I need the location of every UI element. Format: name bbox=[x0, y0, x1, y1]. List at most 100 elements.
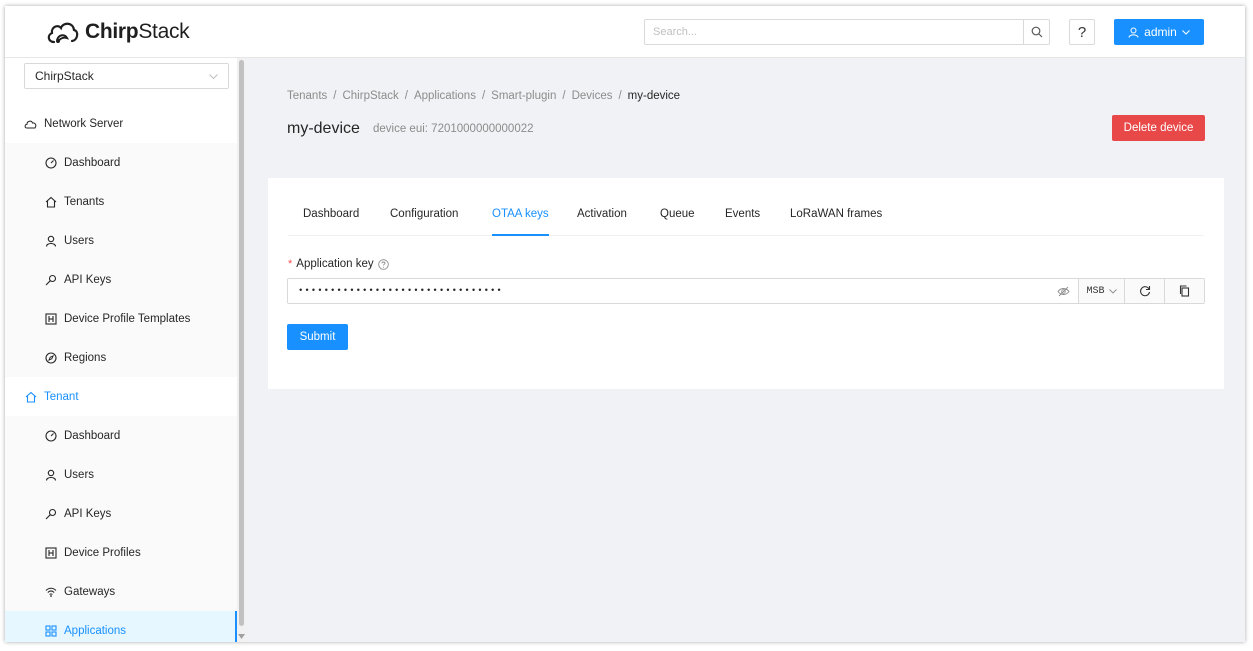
tab-activation[interactable]: Activation bbox=[577, 208, 627, 236]
breadcrumb-current: my-device bbox=[627, 90, 681, 102]
sidebar-item-regions[interactable]: Regions bbox=[5, 338, 237, 377]
menu-label: Gateways bbox=[64, 585, 116, 598]
user-name: admin bbox=[1144, 25, 1177, 39]
scroll-down-arrow[interactable] bbox=[237, 631, 245, 641]
search-input[interactable] bbox=[645, 20, 1023, 44]
copy-icon bbox=[1179, 285, 1190, 297]
menu-label: Device Profile Templates bbox=[64, 312, 191, 325]
sidebar-item-tenants[interactable]: Tenants bbox=[5, 182, 237, 221]
sidebar-item-gateways[interactable]: Gateways bbox=[5, 572, 237, 611]
sidebar-item-dashboard[interactable]: Dashboard bbox=[5, 143, 237, 182]
sidebar-item-applications[interactable]: Applications bbox=[5, 611, 237, 642]
cloud-icon bbox=[24, 117, 37, 130]
key-icon bbox=[44, 273, 57, 286]
chirpstack-logo[interactable]: ChirpStack bbox=[45, 17, 190, 47]
tab-events[interactable]: Events bbox=[725, 208, 760, 236]
menu-label: Dashboard bbox=[64, 156, 121, 169]
sidebar-item-device-profile-templates[interactable]: Device Profile Templates bbox=[5, 299, 237, 338]
sidebar-scrollbar[interactable] bbox=[237, 58, 245, 642]
sidebar: ChirpStack Network Server Dashboard Tena… bbox=[5, 58, 245, 642]
key-icon bbox=[44, 507, 57, 520]
user-icon bbox=[1128, 27, 1139, 38]
application-key-label: * Application key bbox=[288, 258, 389, 270]
content-card: Dashboard Configuration OTAA keys Activa… bbox=[268, 178, 1224, 389]
tab-lorawan-frames[interactable]: LoRaWAN frames bbox=[790, 208, 882, 236]
menu-network-server[interactable]: Network Server bbox=[5, 104, 237, 143]
page-title: my-device bbox=[287, 120, 360, 137]
byte-order-value: MSB bbox=[1086, 285, 1105, 297]
breadcrumb: Tenants / ChirpStack / Applications / Smart… bbox=[287, 90, 680, 102]
sidebar-item-tenant-users[interactable]: Users bbox=[5, 455, 237, 494]
dashboard-icon bbox=[44, 429, 57, 442]
menu-tenant[interactable]: Tenant bbox=[5, 377, 237, 416]
cloud-logo-icon bbox=[47, 22, 79, 44]
breadcrumb-separator: / bbox=[562, 90, 566, 102]
copy-key-button[interactable] bbox=[1164, 279, 1204, 303]
tab-dashboard[interactable]: Dashboard bbox=[303, 208, 359, 236]
application-key-value[interactable]: •••••••••••••••••••••••••••••••• bbox=[288, 286, 1048, 296]
menu-label: Tenant bbox=[44, 390, 79, 403]
delete-device-button[interactable]: Delete device bbox=[1112, 115, 1205, 141]
top-header: ChirpStack ? admin bbox=[5, 6, 1245, 58]
breadcrumb-tenants[interactable]: Tenants bbox=[287, 90, 327, 102]
menu-label: Tenants bbox=[64, 195, 105, 208]
profile-icon bbox=[44, 312, 57, 325]
tab-bar: Dashboard Configuration OTAA keys Activa… bbox=[288, 202, 1204, 236]
profile-icon bbox=[44, 546, 57, 559]
breadcrumb-separator: / bbox=[481, 90, 486, 102]
breadcrumb-applications[interactable]: Applications bbox=[414, 90, 476, 102]
menu-label: Network Server bbox=[44, 117, 124, 130]
sidebar-item-api-keys[interactable]: API Keys bbox=[5, 260, 237, 299]
eye-invisible-icon[interactable] bbox=[1048, 286, 1078, 297]
refresh-icon bbox=[1139, 286, 1150, 297]
breadcrumb-smart-plugin[interactable]: Smart-plugin bbox=[491, 90, 556, 102]
home-icon bbox=[24, 390, 37, 403]
menu-label: Device Profiles bbox=[64, 546, 141, 559]
sidebar-item-users[interactable]: Users bbox=[5, 221, 237, 260]
chevron-down-icon bbox=[209, 73, 218, 79]
menu-label: Regions bbox=[64, 351, 107, 364]
question-circle-icon[interactable] bbox=[377, 258, 389, 270]
tab-queue[interactable]: Queue bbox=[660, 208, 695, 236]
sidebar-item-tenant-dashboard[interactable]: Dashboard bbox=[5, 416, 237, 455]
search-icon bbox=[1031, 26, 1042, 38]
tenant-select-value: ChirpStack bbox=[35, 69, 94, 83]
required-mark: * bbox=[288, 258, 293, 270]
compass-icon bbox=[44, 351, 57, 364]
breadcrumb-separator: / bbox=[333, 90, 337, 102]
app-window: ChirpStack ? admin ChirpStack Network Se… bbox=[5, 6, 1245, 642]
breadcrumb-chirpstack[interactable]: ChirpStack bbox=[342, 90, 398, 102]
apps-icon bbox=[44, 624, 57, 637]
menu-label: API Keys bbox=[64, 507, 112, 520]
user-icon bbox=[44, 234, 57, 247]
page-subtitle: device eui: 7201000000000022 bbox=[373, 123, 534, 135]
submit-button[interactable]: Submit bbox=[287, 324, 348, 350]
menu-label: Users bbox=[64, 234, 95, 247]
breadcrumb-devices[interactable]: Devices bbox=[572, 90, 613, 102]
search-box bbox=[644, 19, 1050, 45]
wifi-icon bbox=[44, 585, 57, 598]
breadcrumb-separator: / bbox=[618, 90, 622, 102]
menu-label: API Keys bbox=[64, 273, 112, 286]
chevron-down-icon bbox=[1108, 288, 1117, 294]
tab-configuration[interactable]: Configuration bbox=[390, 208, 458, 236]
user-menu-button[interactable]: admin bbox=[1114, 19, 1204, 45]
sidebar-item-device-profiles[interactable]: Device Profiles bbox=[5, 533, 237, 572]
dashboard-icon bbox=[44, 156, 57, 169]
menu-label: Dashboard bbox=[64, 429, 121, 442]
byte-order-select[interactable]: MSB bbox=[1078, 279, 1124, 303]
logo-text: ChirpStack bbox=[85, 20, 190, 43]
generate-key-button[interactable] bbox=[1124, 279, 1164, 303]
home-icon bbox=[44, 195, 57, 208]
tenant-select[interactable]: ChirpStack bbox=[24, 63, 229, 89]
scroll-thumb[interactable] bbox=[239, 60, 244, 626]
user-icon bbox=[44, 468, 57, 481]
help-button[interactable]: ? bbox=[1069, 19, 1095, 45]
menu-label: Applications bbox=[64, 624, 127, 637]
sidebar-item-tenant-api-keys[interactable]: API Keys bbox=[5, 494, 237, 533]
search-button[interactable] bbox=[1023, 20, 1049, 44]
chevron-down-icon bbox=[1181, 29, 1190, 35]
application-key-input[interactable]: •••••••••••••••••••••••••••••••• MSB bbox=[287, 278, 1205, 304]
menu-label: Users bbox=[64, 468, 95, 481]
tab-otaa-keys[interactable]: OTAA keys bbox=[492, 208, 549, 236]
